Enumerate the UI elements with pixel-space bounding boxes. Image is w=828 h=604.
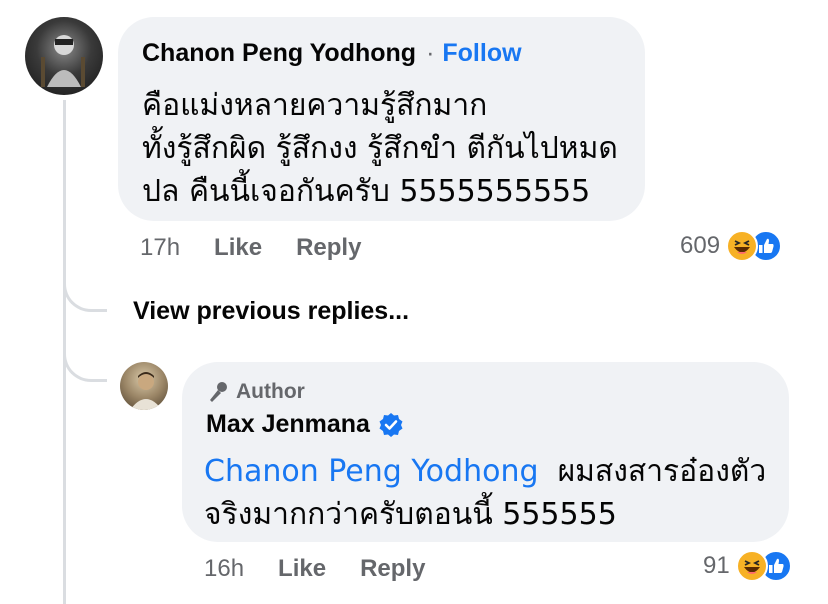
comment-reply-button[interactable]: Reply	[296, 234, 361, 262]
haha-icon	[735, 550, 768, 582]
follow-button[interactable]: Follow	[442, 39, 521, 68]
avatar-photo-icon	[41, 35, 85, 87]
separator-dot: ·	[426, 39, 435, 67]
reply-reactions[interactable]: 91	[703, 550, 792, 582]
comment-bubble: Chanon Peng Yodhong · Follow คือแม่งหลาย…	[118, 17, 645, 221]
reply-timestamp[interactable]: 16h	[204, 555, 244, 583]
author-badge-label: Author	[236, 380, 305, 403]
verified-badge-icon	[379, 412, 403, 437]
reply-header: Max Jenmana	[206, 410, 404, 439]
reply-bubble: Author Max Jenmana Chanon Peng Yodhong ผ…	[182, 362, 789, 542]
haha-icon	[726, 230, 759, 262]
comment-author-name[interactable]: Chanon Peng Yodhong	[142, 39, 416, 68]
comment-meta: 17h Like Reply	[140, 234, 361, 262]
thread-branch-reply	[63, 330, 107, 382]
thread-branch-view-previous	[63, 250, 107, 312]
comment-body: คือแม่งหลายความรู้สึกมาก ทั้งรู้สึกผิด ร…	[142, 84, 618, 213]
reply-text: ผมสงสารอ๋องตัว	[557, 454, 767, 489]
reply-line: จริงมากกว่าครับตอนนี้ 555555	[204, 497, 617, 532]
comment-like-button[interactable]: Like	[214, 234, 262, 262]
comment-line: ปล คืนนี้เจอกันครับ 5555555555	[142, 174, 591, 209]
reply-body: Chanon Peng Yodhong ผมสงสารอ๋องตัว จริงม…	[204, 450, 766, 536]
comment-header: Chanon Peng Yodhong · Follow	[142, 39, 522, 68]
comment-line: ทั้งรู้สึกผิด รู้สึกงง รู้สึกขำ ตีกันไปห…	[142, 131, 618, 166]
author-badge: Author	[206, 380, 305, 404]
comment-timestamp[interactable]: 17h	[140, 234, 180, 262]
avatar-photo-icon	[130, 372, 162, 410]
mention-link[interactable]: Chanon Peng Yodhong	[204, 454, 539, 489]
comment-reactions[interactable]: 609	[680, 230, 783, 262]
reply-reaction-count: 91	[703, 552, 730, 579]
view-previous-replies-link[interactable]: View previous replies...	[133, 297, 409, 326]
reply-like-button[interactable]: Like	[278, 555, 326, 583]
comment-reaction-count: 609	[680, 232, 721, 259]
reply-line: Chanon Peng Yodhong ผมสงสารอ๋องตัว	[204, 450, 766, 493]
reply-author-avatar[interactable]	[120, 362, 168, 410]
comment-line: คือแม่งหลายความรู้สึกมาก	[142, 88, 488, 123]
commenter-avatar[interactable]	[25, 17, 103, 95]
reply-reply-button[interactable]: Reply	[360, 555, 425, 583]
microphone-icon	[210, 382, 227, 402]
reply-author-name[interactable]: Max Jenmana	[206, 410, 370, 439]
reply-meta: 16h Like Reply	[204, 555, 425, 583]
